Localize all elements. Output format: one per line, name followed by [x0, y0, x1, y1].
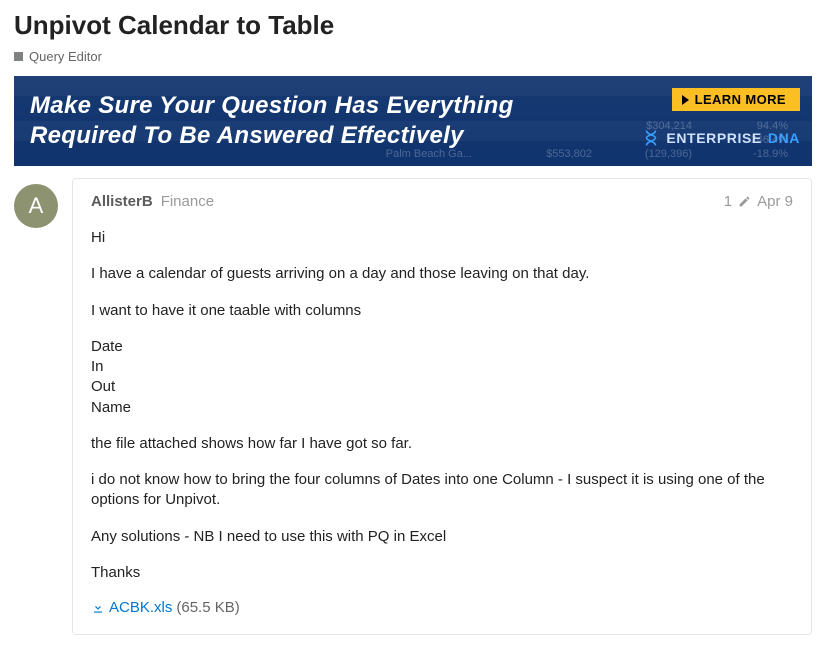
brand-prefix: ENTERPRISE	[666, 130, 761, 146]
download-icon[interactable]	[91, 601, 105, 615]
avatar[interactable]: A	[14, 184, 58, 228]
category-color-swatch	[14, 52, 23, 61]
column-line: Name	[91, 398, 793, 418]
promo-banner[interactable]: $304,214 94.4% 246.4% $553,802 (129,396)…	[14, 76, 812, 166]
post-header-right: 1 Apr 9	[724, 193, 793, 210]
post-paragraph: I want to have it one taable with column…	[91, 301, 793, 321]
category-row[interactable]: Query Editor	[14, 49, 812, 64]
pencil-icon[interactable]	[738, 195, 751, 208]
banner-bg-number: (129,396)	[645, 148, 692, 160]
learn-more-button[interactable]: LEARN MORE	[672, 88, 800, 111]
attachment-link[interactable]: ACBK.xls	[109, 599, 172, 616]
brand-suffix: DNA	[768, 130, 800, 146]
post-container: A AllisterB Finance 1 Apr 9 Hi I have a …	[14, 178, 812, 635]
edit-count[interactable]: 1	[724, 193, 732, 210]
page-title: Unpivot Calendar to Table	[14, 10, 812, 41]
avatar-letter: A	[29, 193, 44, 219]
post-header: AllisterB Finance 1 Apr 9	[91, 193, 793, 210]
column-list: Date In Out Name	[91, 337, 793, 418]
banner-bg-number: -18.9%	[753, 148, 788, 160]
post-card: AllisterB Finance 1 Apr 9 Hi I have a ca…	[72, 178, 812, 635]
banner-headline: Make Sure Your Question Has Everything R…	[30, 91, 590, 151]
play-icon	[682, 95, 689, 105]
author-title: Finance	[161, 193, 214, 210]
banner-right-group: LEARN MORE ENTERPRISE DNA	[642, 88, 800, 147]
category-label: Query Editor	[29, 49, 102, 64]
attachment-row: ACBK.xls (65.5 KB)	[91, 599, 793, 616]
learn-more-label: LEARN MORE	[695, 92, 786, 107]
brand-logo-text: ENTERPRISE DNA	[642, 129, 800, 147]
post-date[interactable]: Apr 9	[757, 193, 793, 210]
post-paragraph: Any solutions - NB I need to use this wi…	[91, 527, 793, 547]
column-line: Out	[91, 377, 793, 397]
column-line: In	[91, 357, 793, 377]
author-name[interactable]: AllisterB	[91, 193, 153, 210]
post-paragraph: I have a calendar of guests arriving on …	[91, 264, 793, 284]
attachment-size: (65.5 KB)	[176, 599, 239, 616]
post-paragraph: Thanks	[91, 563, 793, 583]
post-header-left: AllisterB Finance	[91, 193, 214, 210]
post-body: Hi I have a calendar of guests arriving …	[91, 228, 793, 616]
column-line: Date	[91, 337, 793, 357]
post-paragraph: Hi	[91, 228, 793, 248]
dna-icon	[642, 129, 660, 147]
post-paragraph: i do not know how to bring the four colu…	[91, 470, 793, 511]
post-paragraph: the file attached shows how far I have g…	[91, 434, 793, 454]
